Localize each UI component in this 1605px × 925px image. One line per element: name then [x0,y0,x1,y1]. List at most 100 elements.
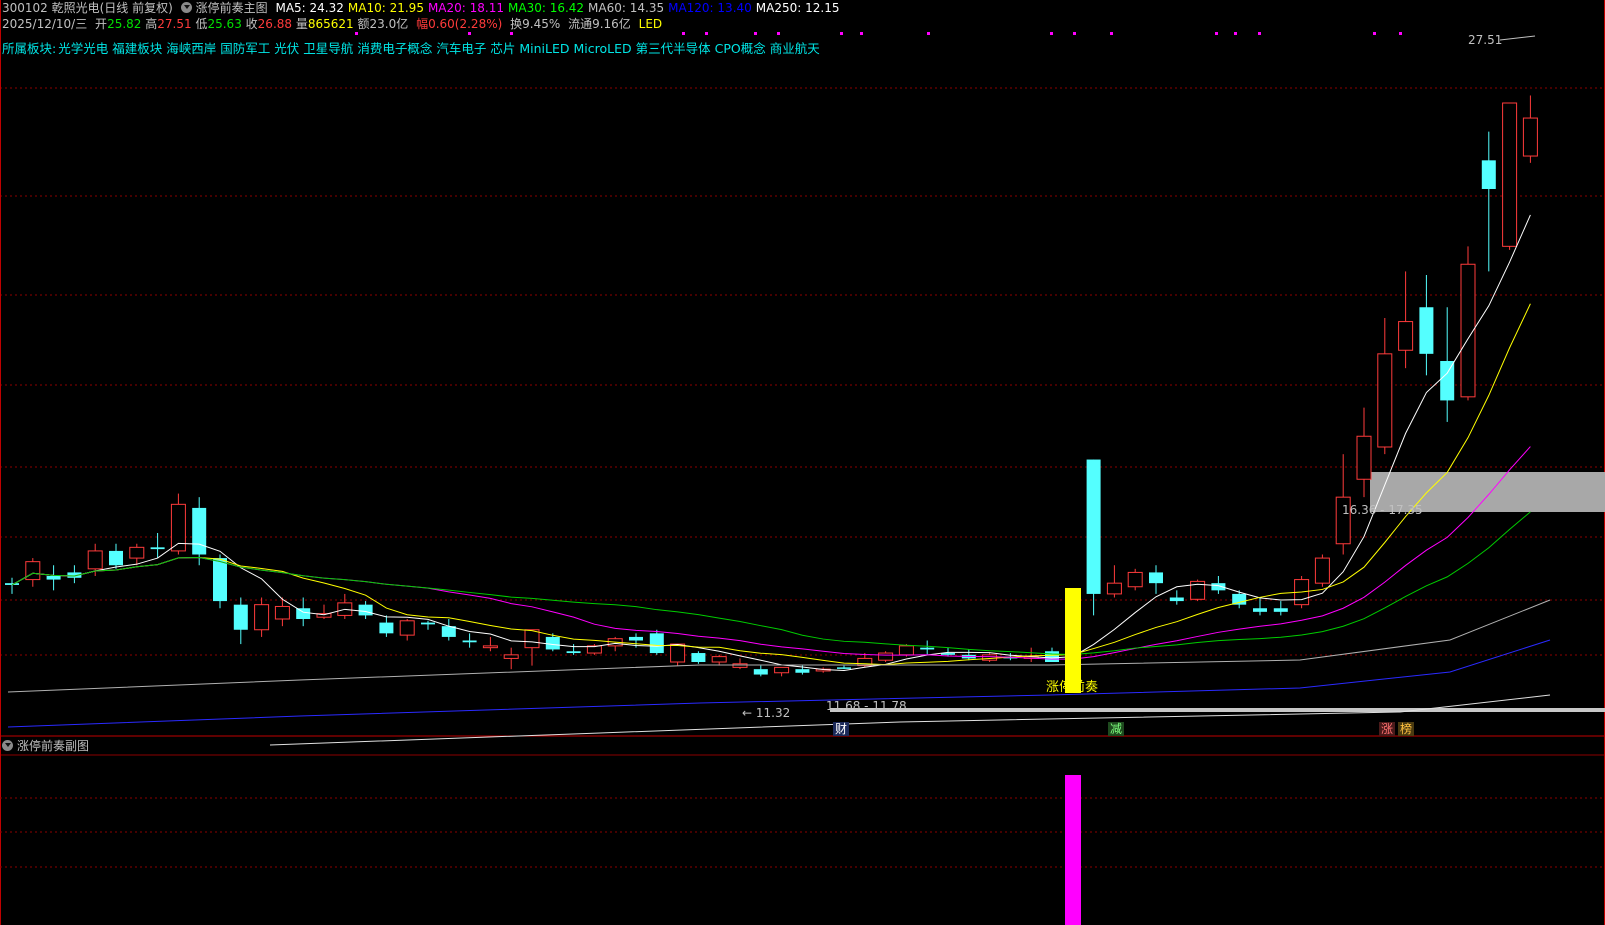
sector-item-4[interactable]: 光伏 [274,41,299,56]
quote-industry[interactable]: LED [639,17,663,31]
quote-date: 2025/12/10/三 [2,17,88,31]
candle-body-27 [566,651,581,654]
sector-label: 所属板块: [2,41,57,56]
candle-body-40 [837,667,851,669]
sector-item-7[interactable]: 汽车电子 [436,41,486,56]
sector-item-11[interactable]: 第三代半导体 [636,41,711,56]
quote-open: 开25.82 [95,17,142,31]
candle-body-54 [1127,571,1143,588]
sector-item-3[interactable]: 国防军工 [220,41,270,56]
sector-item-1[interactable]: 福建板块 [112,41,162,56]
candle-body-30 [629,636,643,641]
period-label[interactable]: (日线 前复权) [100,1,173,15]
top-marker-12 [1110,32,1113,35]
candle-body-32 [670,643,686,663]
kline-chart[interactable] [0,0,1605,925]
candle-body-26 [545,636,560,650]
stock-code-name[interactable]: 300102 乾照光电 [2,1,100,15]
candle-body-42 [878,652,894,661]
ma-values: MA5: 24.32 MA10: 21.95 MA20: 18.11 MA30: 16… [275,1,843,15]
candle-body-63 [1314,557,1330,584]
candle-body-71 [1481,160,1496,189]
top-marker-1 [468,32,471,35]
candle-body-61 [1273,608,1288,612]
candle-body-67 [1398,321,1414,351]
candle-body-56 [1169,597,1184,602]
sub-panel-title[interactable]: 涨停前奏副图 [17,739,89,753]
candle-body-35 [732,663,748,668]
candle-body-20 [421,622,435,625]
sector-item-8[interactable]: 芯片 [490,41,515,56]
top-marker-10 [1050,32,1053,35]
indicator-dropdown-icon[interactable] [180,2,192,13]
sector-item-13[interactable]: 商业航天 [770,41,820,56]
sub-indicator-dropdown-icon[interactable] [2,740,13,751]
candle-body-55 [1149,572,1163,584]
zone-range-label: 16.36 - 17.35 [1342,503,1423,517]
ma-value-6: MA250: 12.15 [755,1,840,15]
event-bang-badge[interactable]: 榜 [1398,722,1415,736]
candle-body-13 [274,605,290,620]
candle-body-43 [898,645,914,656]
candle-body-69 [1440,361,1455,401]
high-price-label: 27.51 [1468,33,1503,47]
quote-low: 低25.63 [195,17,242,31]
candle-body-44 [920,647,935,650]
ma-value-4: MA60: 14.35 [588,1,665,15]
top-marker-17 [1399,32,1402,35]
candle-body-37 [774,666,790,674]
event-jian-badge[interactable]: 减 [1108,722,1125,736]
candle-body-14 [296,608,311,619]
candle-body-65 [1356,435,1372,480]
candle-body-33 [691,653,706,662]
candle-body-60 [1253,608,1267,612]
candle-body-11 [233,604,248,630]
candle-body-23 [482,645,498,649]
candle-body-10 [213,558,227,602]
top-marker-2 [510,32,513,35]
sector-item-5[interactable]: 卫星导航 [303,41,353,56]
candle-body-9 [192,507,207,555]
low-range-label: 11.68 - 11.78 [826,699,907,713]
candle-body-5 [109,550,123,566]
top-marker-11 [1073,32,1076,35]
sector-row: 所属板块: 光学光电 福建板块 海峡西岸 国防军工 光伏 卫星导航 消费电子概念 汽车电子 芯片 M… [2,41,828,57]
sector-item-9[interactable]: MiniLED [519,41,569,56]
event-cai-badge[interactable]: 财 [833,722,850,736]
sub-panel-header: 涨停前奏副图 [2,738,93,754]
candle-body-1 [25,561,41,581]
event-zhang-badge[interactable]: 涨 [1379,722,1396,736]
sector-item-6[interactable]: 消费电子概念 [357,41,432,56]
top-marker-3 [682,32,685,35]
top-marker-16 [1373,32,1376,35]
top-marker-9 [927,32,930,35]
candle-body-12 [254,604,270,631]
top-marker-8 [860,32,863,35]
candle-body-73 [1522,117,1538,157]
candle-body-38 [795,669,810,673]
high-arrow [1499,35,1536,41]
quote-change: 幅0.60(2.28%) [416,17,503,31]
quote-close: 收26.88 [245,17,293,31]
ma-value-0: MA5: 24.32 [275,1,344,15]
candle-body-72 [1502,102,1518,247]
sector-item-0[interactable]: 光学光电 [58,41,108,56]
candle-body-68 [1419,307,1434,354]
top-marker-14 [1234,32,1237,35]
quote-float: 流通9.16亿 [568,17,631,31]
header-row: 300102 乾照光电(日线 前复权) 涨停前奏主图 MA5: 24.32 MA1… [2,0,847,16]
top-marker-13 [1215,32,1218,35]
quote-row: 2025/12/10/三 开25.82 高27.51 低25.63 收26.88… [2,16,666,32]
candle-body-36 [753,669,768,675]
indicator-name[interactable]: 涨停前奏主图 [196,1,268,15]
candle-body-18 [379,622,394,634]
quote-volume: 量865621 [295,17,354,31]
candle-body-4 [87,550,103,570]
sector-item-10[interactable]: MicroLED [574,41,632,56]
sector-item-2[interactable]: 海峡西岸 [166,41,216,56]
sector-item-12[interactable]: CPO概念 [715,41,766,56]
top-marker-4 [705,32,708,35]
support-line [830,708,1605,712]
ma250-line [269,694,1551,746]
sub-signal-bar [1065,775,1081,925]
